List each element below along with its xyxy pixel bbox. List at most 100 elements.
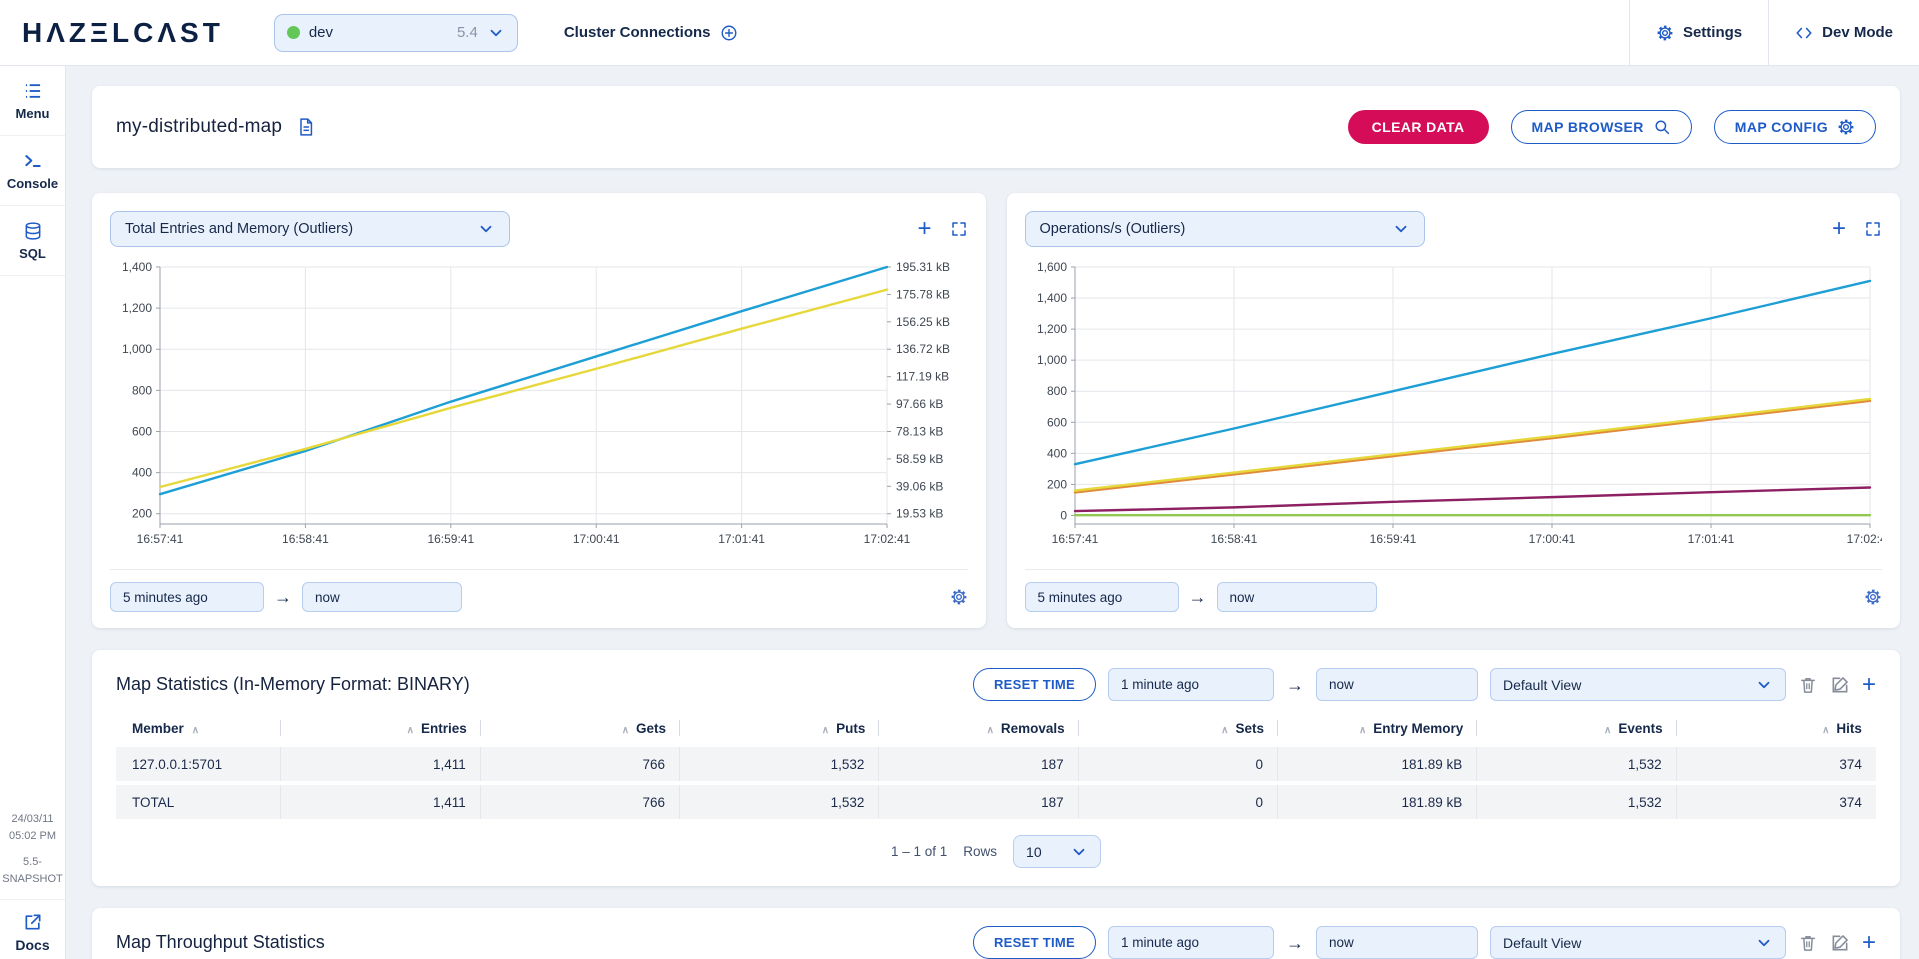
svg-text:200: 200 [1046, 477, 1066, 491]
sidebar-item-console[interactable]: Console [0, 136, 65, 206]
svg-text:175.78 kB: 175.78 kB [896, 287, 950, 301]
column-header[interactable]: ∧Entries [281, 721, 480, 736]
map-config-button[interactable]: MAP CONFIG [1714, 110, 1876, 144]
map-browser-button[interactable]: MAP BROWSER [1511, 110, 1692, 144]
rows-per-page-select[interactable]: 10 [1013, 835, 1101, 868]
chart-settings-gear-icon[interactable] [1864, 588, 1882, 606]
cluster-status-dot [287, 26, 300, 39]
column-header[interactable]: ∧Entry Memory [1278, 721, 1477, 736]
metric-select-value: Total Entries and Memory (Outliers) [125, 221, 353, 237]
rows-per-page-value: 10 [1026, 844, 1042, 860]
search-icon [1653, 118, 1671, 136]
time-to-input[interactable]: now [1316, 668, 1478, 701]
column-header[interactable]: ∧Events [1477, 721, 1676, 736]
table-cell: 1,532 [680, 785, 879, 819]
sidebar-sql-label: SQL [19, 246, 46, 261]
delete-view-button[interactable] [1798, 675, 1818, 695]
docs-label: Docs [15, 937, 49, 953]
add-view-button[interactable]: + [1862, 931, 1876, 955]
hazelcast-logo: HΛZΞLCΛST [22, 17, 224, 49]
gear-icon [1837, 118, 1855, 136]
table-cell: 1,532 [1477, 747, 1676, 781]
table-cell: 1,411 [281, 785, 480, 819]
table-cell: 187 [879, 785, 1078, 819]
time-from-input[interactable]: 5 minutes ago [110, 582, 264, 612]
time-to-input[interactable]: now [1217, 582, 1377, 612]
svg-text:17:00:41: 17:00:41 [573, 532, 620, 546]
settings-label: Settings [1683, 24, 1742, 41]
view-select-value: Default View [1503, 935, 1581, 951]
view-select[interactable]: Default View [1490, 668, 1786, 701]
svg-text:17:01:41: 17:01:41 [718, 532, 765, 546]
svg-text:800: 800 [1046, 384, 1066, 398]
svg-text:117.19 kB: 117.19 kB [896, 370, 949, 384]
map-doc-icon[interactable] [296, 117, 316, 137]
map-statistics-card: Map Statistics (In-Memory Format: BINARY… [92, 650, 1900, 886]
add-view-button[interactable]: + [1862, 673, 1876, 697]
chevron-down-icon [1755, 676, 1773, 694]
fullscreen-icon[interactable] [1864, 220, 1882, 238]
chevron-down-icon [1392, 220, 1410, 238]
column-header[interactable]: ∧Hits [1677, 721, 1876, 736]
time-to-input[interactable]: now [302, 582, 462, 612]
code-icon [1795, 24, 1813, 42]
map-browser-label: MAP BROWSER [1532, 119, 1644, 135]
trash-icon [1798, 933, 1818, 953]
delete-view-button[interactable] [1798, 933, 1818, 953]
column-header[interactable]: ∧Removals [879, 721, 1078, 736]
svg-text:17:01:41: 17:01:41 [1687, 532, 1734, 546]
sidebar-item-menu[interactable]: Menu [0, 66, 65, 136]
sidebar-menu-label: Menu [16, 106, 50, 121]
time-from-input[interactable]: 1 minute ago [1108, 926, 1274, 959]
external-link-icon [23, 912, 43, 932]
column-header[interactable]: Member∧ [116, 721, 281, 736]
plus-icon: + [1862, 931, 1876, 955]
cluster-select[interactable]: dev 5.4 [274, 14, 518, 52]
table-cell: 1,532 [680, 747, 879, 781]
line-chart: 16:57:4116:58:4116:59:4117:00:4117:01:41… [110, 259, 967, 554]
metric-select[interactable]: Operations/s (Outliers) [1025, 211, 1425, 247]
svg-text:97.66 kB: 97.66 kB [896, 397, 943, 411]
range-arrow-icon: → [1286, 934, 1304, 952]
chart-settings-gear-icon[interactable] [950, 588, 968, 606]
sidebar-item-sql[interactable]: SQL [0, 206, 65, 276]
add-cluster-connection-icon[interactable] [720, 24, 738, 42]
settings-button[interactable]: Settings [1629, 0, 1768, 65]
edit-view-button[interactable] [1830, 933, 1850, 953]
table-row[interactable]: TOTAL1,4117661,5321870181.89 kB1,532374 [116, 785, 1876, 819]
sidebar-item-docs[interactable]: Docs [0, 899, 65, 953]
table-cell: 766 [481, 785, 680, 819]
column-header[interactable]: ∧Puts [680, 721, 879, 736]
svg-text:78.13 kB: 78.13 kB [896, 424, 943, 438]
clear-data-button[interactable]: CLEAR DATA [1348, 110, 1489, 144]
view-select[interactable]: Default View [1490, 926, 1786, 959]
fullscreen-icon[interactable] [950, 220, 968, 238]
reset-time-button[interactable]: RESET TIME [973, 668, 1096, 701]
time-to-input[interactable]: now [1316, 926, 1478, 959]
svg-text:39.06 kB: 39.06 kB [896, 479, 943, 493]
column-header[interactable]: ∧Sets [1079, 721, 1278, 736]
svg-text:1,600: 1,600 [1036, 260, 1066, 274]
line-chart: 16:57:4116:58:4116:59:4117:00:4117:01:41… [1025, 259, 1882, 554]
page-title: my-distributed-map [116, 116, 282, 138]
column-header[interactable]: ∧Gets [481, 721, 680, 736]
charts-row: Total Entries and Memory (Outliers) + 16… [92, 193, 1900, 628]
add-chart-icon[interactable]: + [1832, 217, 1846, 241]
metric-select[interactable]: Total Entries and Memory (Outliers) [110, 211, 510, 247]
chart-operations: 16:57:4116:58:4116:59:4117:00:4117:01:41… [1025, 259, 1883, 559]
view-select-value: Default View [1503, 677, 1581, 693]
reset-time-button[interactable]: RESET TIME [973, 926, 1096, 959]
svg-text:1,200: 1,200 [1036, 322, 1066, 336]
time-from-input[interactable]: 5 minutes ago [1025, 582, 1179, 612]
metric-select-value: Operations/s (Outliers) [1040, 221, 1186, 237]
map-throughput-card: Map Throughput Statistics RESET TIME 1 m… [92, 908, 1900, 959]
table-cell: 1,411 [281, 747, 480, 781]
table-row[interactable]: 127.0.0.1:57011,4117661,5321870181.89 kB… [116, 747, 1876, 781]
map-throughput-title: Map Throughput Statistics [116, 932, 325, 953]
add-chart-icon[interactable]: + [917, 217, 931, 241]
time-from-input[interactable]: 1 minute ago [1108, 668, 1274, 701]
range-arrow-icon: → [1189, 588, 1207, 606]
dev-mode-button[interactable]: Dev Mode [1768, 0, 1919, 65]
console-prompt-icon [23, 151, 43, 171]
edit-view-button[interactable] [1830, 675, 1850, 695]
